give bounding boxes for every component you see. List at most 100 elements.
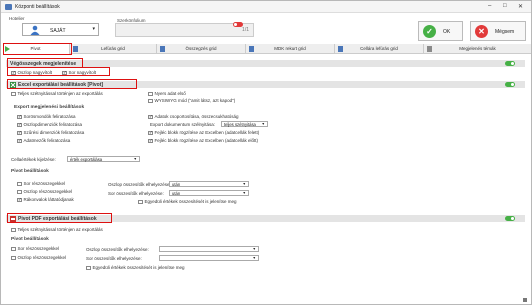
chevron-down-icon: ▼	[242, 191, 246, 195]
filter-dim-label-checkbox[interactable]: Szűrési dimenziók feliratozása	[17, 130, 84, 136]
pdf-row-totals-position-label: Sor összesítők elhelyezése:	[86, 256, 142, 261]
hotelier-label: Hotelier	[9, 16, 25, 21]
pdf-highlight	[7, 213, 112, 223]
pdf-col-subtotals-checkbox[interactable]: Oszlop részösszegekkel	[11, 255, 67, 261]
group-data-checkbox[interactable]: Adatok csoportosítása, összecsukhatóság	[148, 114, 239, 120]
checkbox-icon	[17, 138, 22, 144]
select-value: teljes szétnyitása	[224, 122, 256, 127]
checkbox-icon	[11, 246, 16, 252]
checkbox-icon	[17, 181, 22, 187]
wysiwyg-checkbox[interactable]: WYSIWYG mód ("amit látsz, azt kapod")	[148, 98, 235, 104]
row-totals-position-label: Sor összesítők elhelyezése:	[108, 191, 164, 196]
checkbox-icon	[148, 114, 153, 120]
checkbox-label: Oszlop részösszegekkel	[17, 255, 67, 260]
pdf-row-totals-position-select[interactable]: ▼	[159, 255, 259, 261]
chevron-down-icon: ▼	[261, 122, 265, 126]
row-subtotals-checkbox[interactable]: Sor részösszegekkel	[17, 181, 66, 187]
freeze-header-above-checkbox[interactable]: Fejléc blokk rögzítése az Excelben (adat…	[148, 130, 260, 136]
tab-drilldown-grid-label: Lefúrás grid	[101, 46, 125, 51]
grid-icon	[249, 46, 254, 52]
tab-highlight	[3, 43, 72, 55]
header-toggle[interactable]	[233, 22, 243, 27]
pdf-single-value-totals-checkbox[interactable]: Egyedüli értékek összesítését is jelenít…	[86, 265, 185, 271]
excel-toggle[interactable]	[505, 82, 515, 87]
checkbox-icon	[17, 130, 22, 136]
checkbox-label: Sor részösszegekkel	[17, 246, 60, 251]
checkbox-icon	[11, 227, 16, 233]
excel-full-expand-checkbox[interactable]: Teljes szétnyitással történjen az export…	[11, 91, 103, 97]
checkbox-label: Egyedüli értékek összesítését is jelenít…	[92, 265, 185, 270]
checkbox-label: Fejléc blokk rögzítése az Excelben (adat…	[154, 130, 260, 135]
export-display-subtitle: Export megjelenési beállítások	[14, 105, 85, 110]
pdf-row-subtotals-checkbox[interactable]: Sor részösszegekkel	[11, 246, 60, 252]
show-links-checkbox[interactable]: Rákonvalok láttatódjanak	[17, 197, 74, 203]
window-title: Központi beállítások	[15, 4, 60, 10]
pdf-full-expand-checkbox[interactable]: Teljes szétnyitással történjen az export…	[11, 227, 103, 233]
col-totals-position-select[interactable]: után ▼	[169, 181, 249, 187]
grid-icon	[338, 46, 343, 52]
col-dim-label-checkbox[interactable]: Oszlopdimenziók feliratozása	[17, 122, 83, 128]
checkbox-label: Sor részösszegekkel	[23, 181, 66, 186]
cell-display-select[interactable]: érték exportálása ▼	[67, 156, 140, 162]
checkbox-label: Teljes szétnyitással történjen az export…	[17, 227, 103, 232]
checkbox-label: Sorösmondók feliratozása	[23, 114, 76, 119]
doc-expand-select[interactable]: teljes szétnyitása ▼	[221, 121, 268, 127]
pdf-toggle[interactable]	[505, 216, 515, 221]
data-field-label-checkbox[interactable]: Adatmezők feliratozása	[17, 138, 70, 144]
checkbox-label: Teljes szétnyitással történjen az export…	[17, 91, 103, 96]
chevron-down-icon: ▾	[92, 26, 95, 32]
pdf-pivot-settings-subtitle: Pivot beállítások	[11, 237, 49, 242]
pdf-col-totals-position-label: Oszlop összesítők elhelyezése:	[86, 247, 149, 252]
excel-highlight	[7, 79, 137, 89]
ok-label: OK	[443, 28, 451, 35]
checkbox-icon	[17, 122, 22, 128]
chevron-down-icon: ▼	[133, 157, 137, 161]
settings-window: Központi beállítások – □ ✕ Hotelier SAJÁ…	[0, 0, 532, 305]
single-value-totals-checkbox[interactable]: Egyedüli értékek összesítését is jelenít…	[138, 199, 237, 205]
cancel-button[interactable]: ✕ Mégsem	[470, 21, 526, 41]
pdf-col-totals-position-select[interactable]: ▼	[159, 246, 259, 252]
totals-toggle[interactable]	[505, 61, 515, 66]
check-icon: ✓	[423, 24, 436, 38]
totals-options-highlight	[7, 67, 110, 76]
col-subtotals-checkbox[interactable]: Oszlop részösszegekkel	[17, 189, 72, 195]
tab-mdk-grid-label: MDK rekurt grid	[274, 46, 306, 51]
checkbox-icon	[138, 199, 143, 205]
chevron-down-icon: ▼	[242, 182, 246, 186]
close-icon[interactable]: ✕	[518, 3, 523, 10]
raw-data-checkbox[interactable]: Nyers adat első	[148, 91, 186, 97]
checkbox-label: Rákonvalok láttatódjanak	[23, 197, 74, 202]
row-totals-position-select[interactable]: után ▼	[169, 190, 249, 196]
cancel-icon: ✕	[475, 24, 488, 38]
tab-themes-label: Megjelenés témák	[459, 46, 496, 51]
chevron-down-icon: ▼	[252, 256, 256, 260]
pivot-settings-subtitle: Pivot beállítások	[11, 169, 49, 174]
totals-section-band	[6, 60, 525, 67]
header-bar: Hotelier SAJÁT ▾ Szerkönfolium 1/1 ✓ OK …	[1, 14, 531, 44]
checkbox-icon	[86, 265, 91, 271]
app-icon	[5, 4, 12, 10]
info-value: 1/1	[242, 27, 249, 33]
checkbox-label: Egyedüli értékek összesítését is jelenít…	[144, 199, 237, 204]
freeze-header-before-checkbox[interactable]: Fejléc blokk rögzítése az Excelben (adat…	[148, 138, 258, 144]
user-select[interactable]: SAJÁT ▾	[22, 23, 99, 36]
tab-drilldown-grid[interactable]: Lefúrás grid	[70, 44, 157, 54]
theme-icon	[427, 46, 432, 52]
tab-summary-grid[interactable]: Összegzés grid	[157, 44, 246, 54]
tab-mdk-grid[interactable]: MDK rekurt grid	[246, 44, 335, 54]
maximize-icon[interactable]: □	[503, 3, 507, 9]
checkbox-label: Oszlopdimenziók feliratozása	[23, 122, 83, 127]
row-dim-label-checkbox[interactable]: Sorösmondók feliratozása	[17, 114, 76, 120]
tab-themes[interactable]: Megjelenés témák	[424, 44, 531, 54]
checkbox-icon	[11, 91, 16, 97]
grid-icon	[160, 46, 165, 52]
checkbox-icon	[148, 98, 153, 104]
minimize-icon[interactable]: –	[488, 3, 491, 9]
resize-grip-icon[interactable]	[523, 298, 527, 302]
cell-display-label: Cellaértékek kijelzése:	[11, 157, 56, 162]
tab-cell-drilldown-grid[interactable]: Cellára lefúrás grid	[335, 44, 424, 54]
checkbox-icon	[11, 255, 16, 261]
ok-button[interactable]: ✓ OK	[418, 21, 463, 41]
select-value: után	[172, 182, 181, 187]
select-value: után	[172, 191, 181, 196]
